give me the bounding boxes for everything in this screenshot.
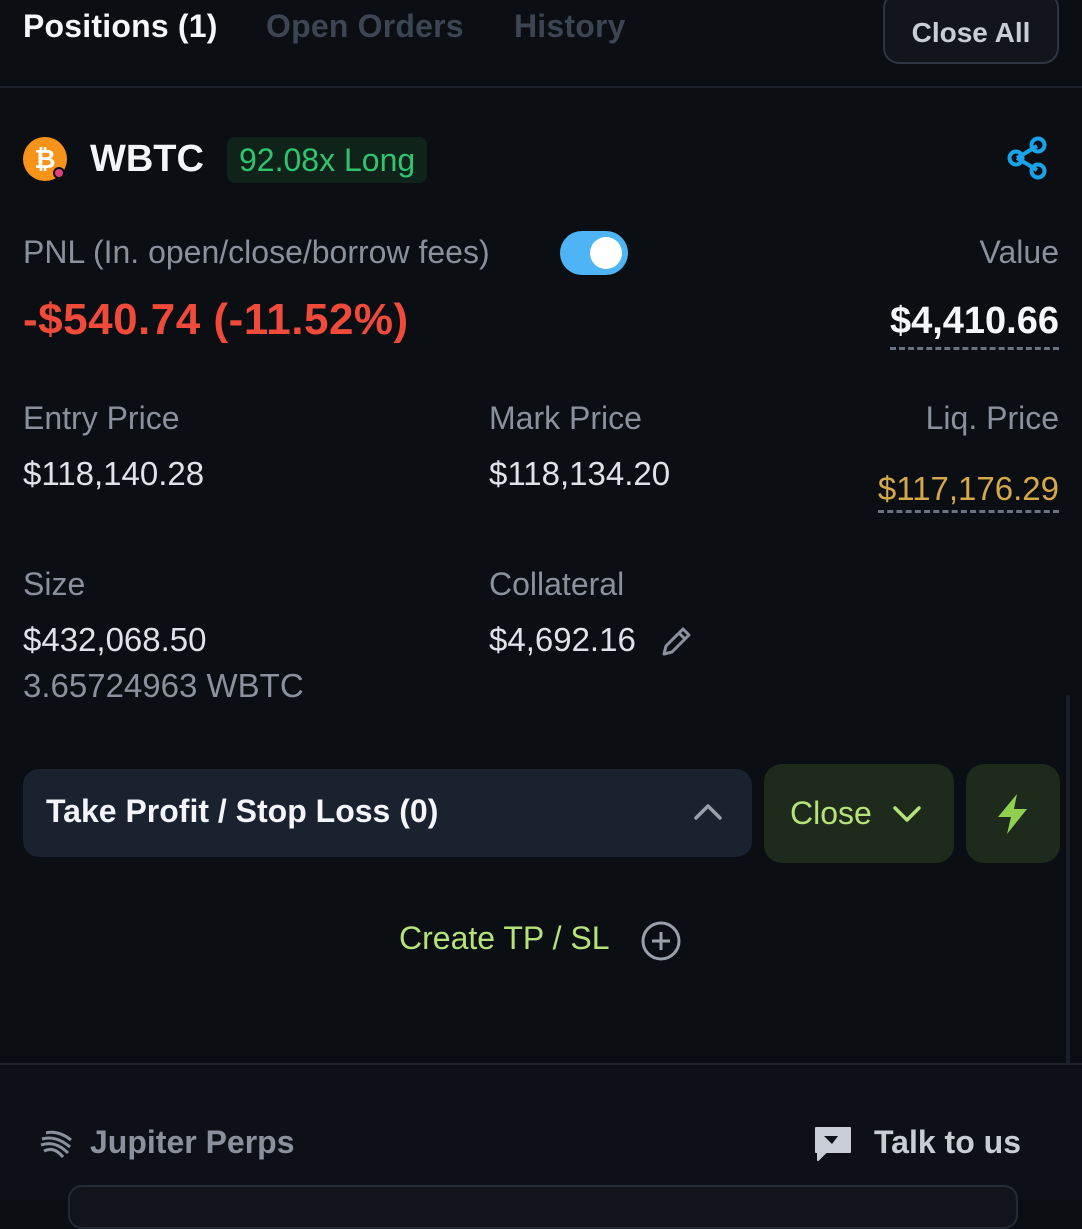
close-position-button[interactable]: Close [764,764,954,863]
mark-price-label: Mark Price [489,400,642,436]
mark-price-value: $118,134.20 [489,455,671,492]
pnl-fees-toggle[interactable] [560,231,628,275]
value-label: Value [979,234,1059,270]
collateral-label: Collateral [489,566,625,602]
position-value[interactable]: $4,410.66 [889,300,1059,350]
chevron-up-icon [694,804,722,820]
pencil-icon[interactable] [658,624,694,660]
entry-price-value: $118,140.28 [23,455,205,492]
pnl-label: PNL (In. open/close/borrow fees) [23,234,490,270]
brand-name: Jupiter Perps [90,1124,295,1160]
create-tpsl-link[interactable]: Create TP / SL [399,920,609,957]
share-icon[interactable] [1004,135,1050,181]
chevron-down-icon [893,806,921,822]
bottom-panel [68,1185,1018,1229]
close-all-button[interactable]: Close All [883,0,1059,64]
size-usd-value: $432,068.50 [23,621,207,658]
lightning-icon [998,794,1027,834]
market-symbol: WBTC [90,138,204,180]
leverage-badge: 92.08x Long [227,137,428,183]
positions-tabs: Positions (1) Open Orders History Close … [0,0,1082,88]
instant-close-button[interactable] [966,764,1060,863]
tab-history[interactable]: History [514,8,626,45]
bitcoin-icon: ₿ [23,137,67,181]
size-token-value: 3.65724963 WBTC [23,667,304,704]
talk-to-us-link[interactable]: Talk to us [874,1124,1021,1161]
svg-text:₿: ₿ [34,145,55,175]
liq-price-value[interactable]: $117,176.29 [877,470,1059,513]
entry-price-label: Entry Price [23,400,180,436]
chat-icon[interactable] [812,1124,854,1164]
tab-open-orders[interactable]: Open Orders [266,8,464,45]
tpsl-toggle-bar[interactable]: Take Profit / Stop Loss (0) [23,769,752,857]
plus-circle-icon[interactable] [640,920,682,962]
liq-price-label: Liq. Price [925,400,1059,436]
tpsl-label: Take Profit / Stop Loss (0) [46,793,439,829]
size-label: Size [23,566,86,602]
tab-positions[interactable]: Positions (1) [23,8,218,45]
close-label: Close [790,795,872,831]
jupiter-logo-icon [40,1130,72,1158]
collateral-value: $4,692.16 [489,621,636,658]
pnl-value: -$540.74 (-11.52%) [23,295,409,344]
